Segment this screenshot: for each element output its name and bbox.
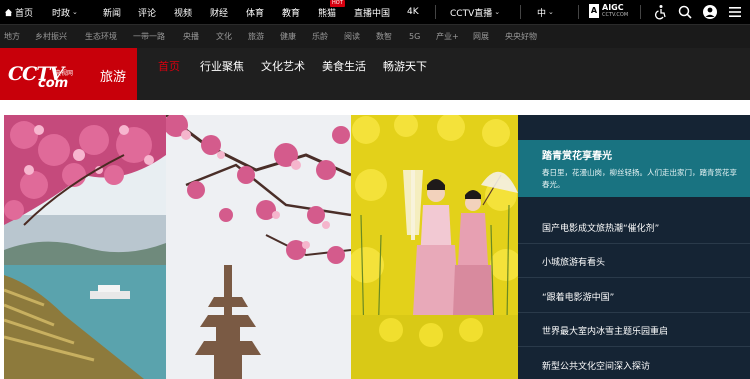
nav-finance-label: 财经 [210,8,229,19]
channel-tab-culture[interactable]: 文化艺术 [261,48,305,86]
category-item[interactable]: 数智 [376,25,392,48]
divider [518,243,750,244]
nav-news-label: 新闻 [103,8,122,19]
nav-cctv-live-label: CCTV直播 [450,8,493,19]
nav-politics-label: 时政 [52,8,71,19]
user-icon[interactable] [702,4,718,20]
rapeseed-field-image [351,115,518,379]
top-nav: 首页 时政 ⌄ 新闻 评论 视频 财经 体育 教育 熊猫 HOT 直播中国 4K … [0,0,750,24]
aigc-title: AIGC [602,3,624,12]
news-link[interactable]: 国产电影成文旅热潮“催化剂” [542,221,659,234]
news-link[interactable]: 新型公共文化空间深入探访 [542,359,650,372]
category-item[interactable]: 产业+ [436,25,459,48]
nav-education-label: 教育 [282,8,301,19]
category-item[interactable]: 5G [409,25,420,48]
category-nav: 地方 乡村振兴 生态环境 一带一路 央播 文化 旅游 健康 乐龄 阅读 数智 5… [0,24,750,48]
chevron-down-icon: ⌄ [494,8,501,16]
nav-video[interactable]: 视频 [174,0,192,24]
nav-panda-label: 熊猫 [318,8,337,19]
channel-header: CCTV 央视网 com 旅游 首页 行业聚焦 文化艺术 美食生活 畅游天下 [0,48,750,100]
nav-4k-label: 4K [407,7,419,17]
nav-comment-label: 评论 [138,8,157,19]
nav-comment[interactable]: 评论 [138,0,156,24]
divider [578,5,579,19]
logo-com-text: com [38,76,69,91]
category-item[interactable]: 旅游 [248,25,264,48]
logo-channel-name: 旅游 [100,70,127,85]
channel-tab-industry[interactable]: 行业聚焦 [200,48,244,86]
news-link[interactable]: 小城旅游有看头 [542,255,605,268]
news-sidebar: 踏青赏花享春光 春日里，花漫山岗，柳丝轻扬。人们走出家门，踏青赏花享春光。 国产… [518,115,750,379]
cctv-travel-logo[interactable]: CCTV 央视网 com 旅游 [0,48,137,100]
channel-tab-home[interactable]: 首页 [158,48,180,86]
category-item[interactable]: 阅读 [344,25,360,48]
chevron-down-icon: ⌄ [72,8,78,16]
nav-home[interactable]: 首页 [4,0,33,24]
category-item[interactable]: 一带一路 [133,25,165,48]
nav-news[interactable]: 新闻 [103,0,121,24]
aigc-link[interactable]: A AIGC CCTV.COM [589,4,628,18]
accessibility-icon[interactable] [652,4,668,20]
nav-education[interactable]: 教育 [282,0,300,24]
divider [518,346,750,347]
nav-panda[interactable]: 熊猫 HOT [318,0,345,24]
nav-home-label: 首页 [15,8,34,19]
category-item[interactable]: 生态环境 [85,25,117,48]
aigc-logo-icon: A [589,4,599,18]
category-item[interactable]: 央播 [183,25,199,48]
lake-blossom-image [4,115,166,379]
menu-icon[interactable] [727,4,743,20]
featured-title: 踏青赏花享春光 [542,151,612,162]
hero-section: 踏青赏花享春光 春日里，花漫山岗，柳丝轻扬。人们走出家门，踏青赏花享春光。 国产… [0,100,750,379]
search-icon[interactable] [677,4,693,20]
category-item[interactable]: 央央好物 [505,25,537,48]
hot-badge: HOT [330,0,345,7]
category-item[interactable]: 乡村振兴 [35,25,67,48]
category-item[interactable]: 健康 [280,25,296,48]
home-icon [4,8,13,16]
nav-politics[interactable]: 时政 ⌄ [52,0,78,24]
chevron-down-icon: ⌄ [548,8,554,16]
hero-photo-rapeseed[interactable] [351,115,518,379]
nav-cctv-live[interactable]: CCTV直播 ⌄ [450,0,500,24]
category-item[interactable]: 地方 [4,25,20,48]
aigc-subtitle: CCTV.COM [602,12,629,18]
hero-photo-lake[interactable] [4,115,166,379]
channel-tab-travel[interactable]: 畅游天下 [383,48,427,86]
divider [640,5,641,19]
language-select[interactable]: 中 ⌄ [537,0,554,24]
nav-sports[interactable]: 体育 [246,0,264,24]
category-item[interactable]: 乐龄 [312,25,328,48]
hero-photo-pagoda[interactable] [166,115,351,379]
featured-story[interactable]: 踏青赏花享春光 春日里，花漫山岗，柳丝轻扬。人们走出家门，踏青赏花享春光。 [518,140,750,197]
nav-sports-label: 体育 [246,8,265,19]
divider [518,312,750,313]
divider [518,277,750,278]
divider [435,5,436,19]
nav-finance[interactable]: 财经 [210,0,228,24]
nav-live-china-label: 直播中国 [354,8,391,19]
nav-4k[interactable]: 4K [407,0,419,24]
category-item[interactable]: 文化 [216,25,232,48]
news-link[interactable]: “跟着电影游中国” [542,290,614,303]
news-link[interactable]: 世界最大室内冰雪主题乐园重启 [542,324,668,337]
nav-video-label: 视频 [174,8,193,19]
featured-description: 春日里，花漫山岗，柳丝轻扬。人们走出家门，踏青赏花享春光。 [542,168,737,189]
channel-tab-food[interactable]: 美食生活 [322,48,366,86]
language-label: 中 [537,8,547,19]
category-item[interactable]: 网展 [473,25,489,48]
nav-live-china[interactable]: 直播中国 [354,0,390,24]
divider [520,5,521,19]
pagoda-blossom-image [166,115,351,379]
